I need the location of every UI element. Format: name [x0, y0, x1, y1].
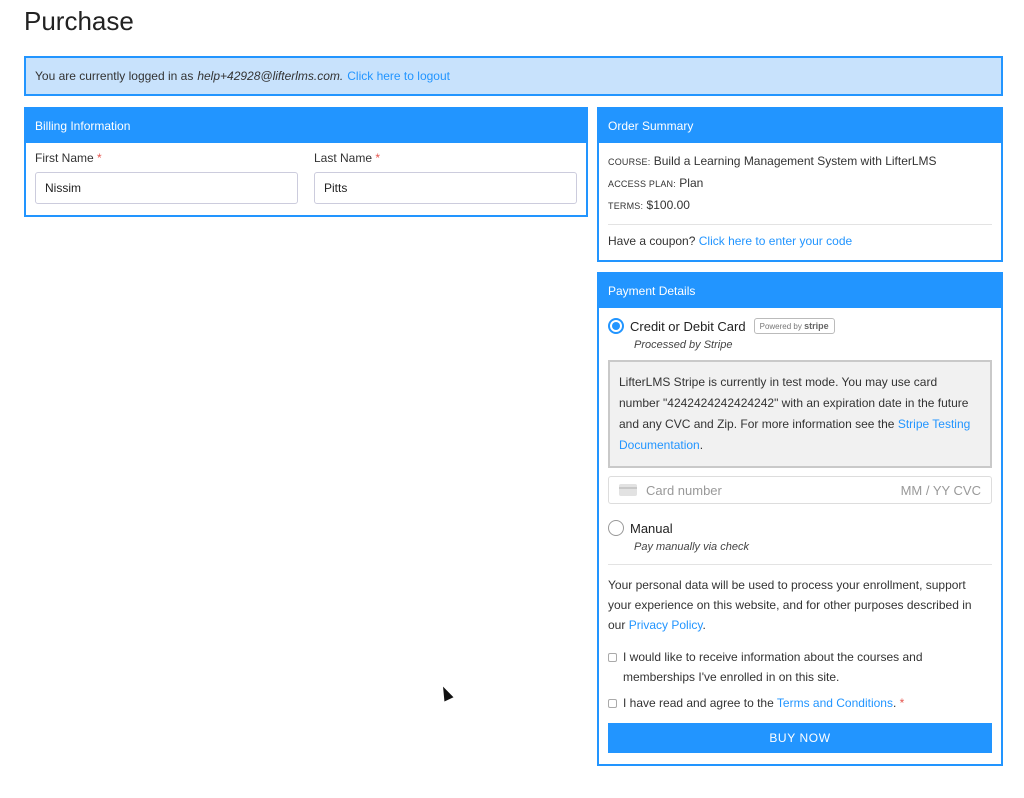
- billing-heading: Billing Information: [26, 109, 586, 143]
- gateway-card-option[interactable]: Credit or Debit Card Powered by stripe: [608, 318, 992, 334]
- logout-link[interactable]: Click here to logout: [347, 69, 450, 83]
- order-terms: Terms: $100.00: [608, 198, 690, 212]
- terms-consent-row: I have read and agree to the Terms and C…: [608, 693, 992, 713]
- coupon-row: Have a coupon? Click here to enter your …: [608, 234, 853, 248]
- buy-now-button[interactable]: BUY NOW: [608, 723, 992, 753]
- privacy-policy-link[interactable]: Privacy Policy: [629, 618, 703, 632]
- divider: [608, 564, 992, 565]
- terms-checkbox[interactable]: [608, 699, 617, 708]
- last-name-group: Last Name * Pitts: [314, 151, 577, 204]
- privacy-notice: Your personal data will be used to proce…: [608, 578, 972, 632]
- terms-checkbox-label: I have read and agree to the Terms and C…: [623, 696, 905, 710]
- marketing-checkbox-label: I would like to receive information abou…: [623, 650, 923, 684]
- first-name-group: First Name * Nissim: [35, 151, 298, 204]
- login-notice: You are currently logged in as help+4292…: [24, 56, 1003, 96]
- billing-panel: Billing Information First Name * Nissim …: [24, 107, 588, 217]
- last-name-input[interactable]: Pitts: [314, 172, 577, 204]
- coupon-link[interactable]: Click here to enter your code: [699, 234, 852, 248]
- terms-link[interactable]: Terms and Conditions: [777, 696, 893, 710]
- order-summary-panel: Order Summary Course: Build a Learning M…: [597, 107, 1003, 262]
- first-name-label: First Name *: [35, 151, 102, 165]
- card-gateway-description: Processed by Stripe: [634, 339, 733, 351]
- payment-heading: Payment Details: [599, 274, 1001, 308]
- notice-email: help+42928@lifterlms.com.: [197, 69, 344, 83]
- page-title: Purchase: [24, 6, 134, 36]
- mouse-cursor-icon: [438, 684, 454, 702]
- manual-gateway-description: Pay manually via check: [634, 541, 749, 553]
- first-name-input[interactable]: Nissim: [35, 172, 298, 204]
- test-mode-notice: LifterLMS Stripe is currently in test mo…: [608, 360, 992, 468]
- marketing-consent-row: I would like to receive information abou…: [608, 647, 992, 687]
- order-plan: Access Plan: Plan: [608, 176, 704, 190]
- powered-by-stripe-badge: Powered by stripe: [753, 318, 835, 334]
- marketing-checkbox[interactable]: [608, 653, 617, 662]
- card-expiry-cvc-placeholder: MM / YY CVC: [900, 482, 981, 498]
- card-number-placeholder: Card number: [646, 482, 722, 498]
- order-course: Course: Build a Learning Management Syst…: [608, 154, 937, 168]
- credit-card-icon: [619, 484, 637, 496]
- divider: [608, 224, 992, 225]
- payment-panel: Payment Details Credit or Debit Card Pow…: [597, 272, 1003, 766]
- order-heading: Order Summary: [599, 109, 1001, 143]
- manual-gateway-title: Manual: [630, 520, 673, 536]
- gateway-manual-option[interactable]: Manual: [608, 520, 992, 536]
- manual-radio[interactable]: [608, 520, 624, 536]
- last-name-label: Last Name *: [314, 151, 381, 165]
- card-number-input[interactable]: Card number MM / YY CVC: [608, 476, 992, 504]
- card-radio[interactable]: [608, 318, 624, 334]
- card-gateway-title: Credit or Debit Card: [630, 318, 746, 334]
- notice-text: You are currently logged in as: [35, 69, 194, 83]
